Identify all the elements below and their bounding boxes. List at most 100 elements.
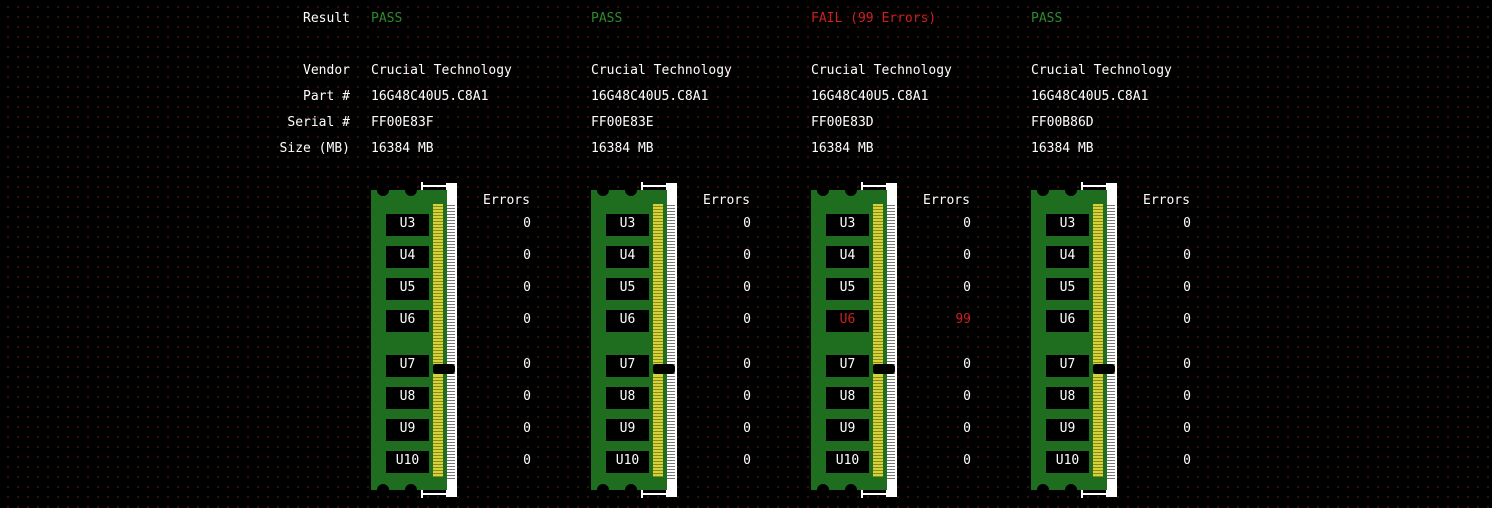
dimm-contact-line [1093, 311, 1103, 312]
dimm-pin [667, 430, 675, 431]
dimm-pin [1107, 310, 1115, 311]
dimm-contact-line [653, 389, 663, 390]
dimm-contact-line [653, 350, 663, 351]
dimm-notch [1037, 184, 1049, 196]
dimm-contact-line [433, 335, 443, 336]
dimm-contact-line [653, 248, 663, 249]
dimm-pin [1107, 286, 1115, 287]
error-count: 0 [1183, 389, 1191, 404]
dimm-contact-line [1093, 239, 1103, 240]
dimm-pin [1107, 325, 1115, 326]
dimm-contact-line [1093, 458, 1103, 459]
dimm-pin [887, 286, 895, 287]
dimm-pin [1107, 388, 1115, 389]
dimm-contact-line [433, 242, 443, 243]
dimm-contact-line [1093, 422, 1103, 423]
size-label: Size (MB) [279, 141, 350, 156]
dimm-contact-line [653, 437, 663, 438]
dimm-contact-line [873, 314, 883, 315]
dimm-pin [667, 280, 675, 281]
dimm-pin [1107, 238, 1115, 239]
dimm-pin [667, 232, 675, 233]
dimm-pin [447, 274, 455, 275]
dimm-contact-line [1093, 299, 1103, 300]
vendor-value: Crucial Technology [591, 63, 732, 78]
result-value: PASS [371, 11, 403, 26]
dimm-pin [1107, 259, 1115, 260]
dimm-contact-line [433, 230, 443, 231]
dimm-pin [447, 298, 455, 299]
dimm-contact-line [653, 416, 663, 417]
dimm-contact-line [873, 287, 883, 288]
vendor-value: Crucial Technology [371, 63, 512, 78]
dimm-contact-line [873, 251, 883, 252]
dimm-contact-line [433, 308, 443, 309]
dimm-contact-line [1093, 314, 1103, 315]
dimm-pin [667, 298, 675, 299]
dimm-pin [447, 316, 455, 317]
dimm-contact-line [433, 344, 443, 345]
dimm-contact-line [653, 473, 663, 474]
dimm-pin [887, 214, 895, 215]
dimm-pin [667, 337, 675, 338]
chip-label: U7 [839, 357, 856, 372]
dimm-contact-line [653, 398, 663, 399]
dimm-contact-line [433, 275, 443, 276]
dimm-top-latch-tick [1081, 182, 1083, 190]
dimm-contact-line [1093, 257, 1103, 258]
dimm-pin [887, 394, 895, 395]
dimm-contact-line [1093, 464, 1103, 465]
error-count: 0 [1183, 280, 1191, 295]
dimm-pin [887, 310, 895, 311]
dimm-contact-line [1093, 341, 1103, 342]
dimm-pin [1107, 382, 1115, 383]
dimm-contact-line [653, 344, 663, 345]
dimm-contact-line [873, 233, 883, 234]
error-count: 0 [523, 248, 531, 263]
dimm-contact-line [873, 218, 883, 219]
dimm-contact-line [873, 341, 883, 342]
dimm-pin [887, 316, 895, 317]
dimm-pin [1107, 253, 1115, 254]
dimm-pin [667, 418, 675, 419]
dimm-pin [667, 214, 675, 215]
dimm-pin [667, 235, 675, 236]
dimm-contact-line [433, 278, 443, 279]
dimm-pin [447, 307, 455, 308]
dimm-notch [1065, 484, 1077, 496]
error-count: 0 [743, 312, 751, 327]
dimm-contact-line [433, 404, 443, 405]
dimm-pin [667, 451, 675, 452]
dimm-contact-line [873, 350, 883, 351]
dimm-contact-line [653, 341, 663, 342]
serial-number-value: FF00E83E [591, 115, 654, 130]
dimm-notch [845, 184, 857, 196]
dimm-pin [1107, 211, 1115, 212]
dimm-pin [1107, 304, 1115, 305]
dimm-contact-line [653, 293, 663, 294]
dimm-contact-line [1093, 302, 1103, 303]
dimm-contact-line [1093, 386, 1103, 387]
dimm-contact-line [433, 383, 443, 384]
dimm-contact-line [873, 242, 883, 243]
dimm-contact-line [1093, 215, 1103, 216]
dimm-contact-line [433, 260, 443, 261]
dimm-notch [817, 184, 829, 196]
dimm-pin [1107, 457, 1115, 458]
dimm-contact-line [873, 206, 883, 207]
dimm-bottom-latch-tick [861, 490, 863, 498]
dimm-pin [667, 346, 675, 347]
dimm-contact-line [653, 440, 663, 441]
dimm-notch [817, 484, 829, 496]
dimm-contact-line [1093, 233, 1103, 234]
dimm-contact-line [873, 227, 883, 228]
dimm-pin [667, 283, 675, 284]
dimm-contact-line [653, 329, 663, 330]
dimm-contact-line [873, 308, 883, 309]
error-count: 0 [1183, 216, 1191, 231]
dimm-contact-line [653, 383, 663, 384]
dimm-pin [1107, 391, 1115, 392]
dimm-pin [447, 439, 455, 440]
size-value: 16384 MB [811, 141, 874, 156]
dimm-contact-line [433, 299, 443, 300]
